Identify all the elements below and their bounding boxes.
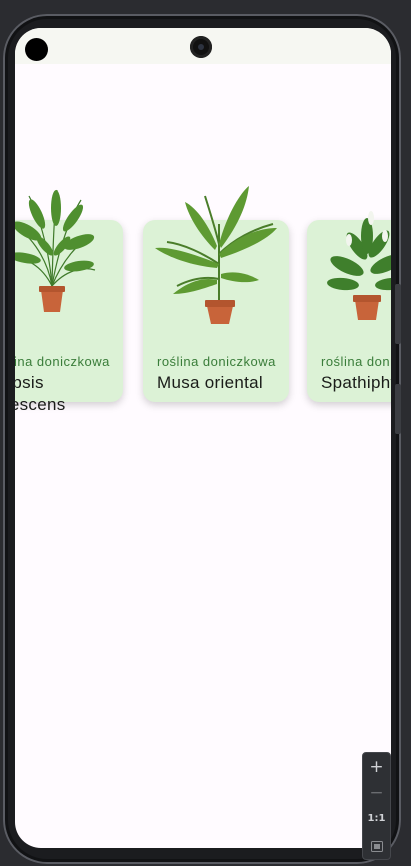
screenshot-icon[interactable] xyxy=(363,837,390,857)
plant-image xyxy=(155,186,277,324)
plant-carousel[interactable]: roślina doniczkowa Dypsis lutescens xyxy=(15,178,391,428)
app-screen: roślina doniczkowa Dypsis lutescens xyxy=(15,28,391,848)
plant-category: roślina doniczkowa xyxy=(15,354,110,369)
plant-image xyxy=(15,189,96,312)
plant-name-line1: Dypsis xyxy=(15,373,44,392)
front-sensor xyxy=(25,38,48,61)
plant-name-line1: Spathiphyllum xyxy=(321,373,391,392)
emulator-zoom-panel: + − 1:1 xyxy=(362,752,391,860)
plant-card-musa[interactable]: roślina doniczkowa Musa oriental xyxy=(143,186,289,402)
plant-card-spathiphyllum[interactable]: roślina doniczkowa Spathiphyllum xyxy=(307,211,391,402)
plant-image xyxy=(327,211,391,320)
plant-name-line1: Musa oriental xyxy=(157,373,263,392)
plant-name-line2: lutescens xyxy=(15,395,66,414)
power-button xyxy=(395,384,401,434)
front-camera xyxy=(190,36,212,58)
plant-category: roślina doniczkowa xyxy=(157,354,276,369)
zoom-out-button[interactable]: − xyxy=(363,783,390,803)
plant-card-dypsis[interactable]: roślina doniczkowa Dypsis lutescens xyxy=(15,189,123,414)
zoom-reset-button[interactable]: 1:1 xyxy=(363,813,390,824)
volume-button xyxy=(395,284,401,344)
plant-category: roślina doniczkowa xyxy=(321,354,391,369)
zoom-in-button[interactable]: + xyxy=(363,757,390,777)
